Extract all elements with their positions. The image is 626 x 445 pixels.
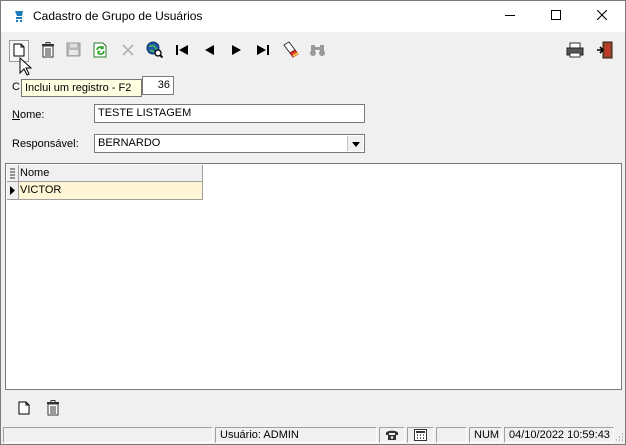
window-title: Cadastro de Grupo de Usuários	[33, 9, 203, 23]
table-cell-nome[interactable]: VICTOR	[20, 184, 61, 196]
nome-label: Nome:	[12, 109, 44, 121]
printer-icon	[566, 42, 584, 61]
floppy-disk-icon	[66, 42, 81, 60]
trash-icon	[46, 399, 60, 419]
save-button[interactable]	[64, 42, 82, 60]
next-icon	[231, 44, 243, 59]
add-row-button[interactable]	[15, 400, 33, 418]
grid-header: Nome	[7, 165, 203, 182]
exit-button[interactable]	[596, 41, 614, 62]
mouse-cursor	[19, 56, 33, 80]
maximize-icon	[551, 10, 561, 23]
x-icon	[122, 43, 134, 59]
column-header-nome[interactable]: Nome	[20, 167, 49, 179]
calculator-icon	[414, 429, 427, 442]
status-num: NUM	[469, 427, 502, 443]
refresh-icon	[93, 42, 108, 61]
responsavel-value: BERNARDO	[98, 137, 161, 149]
nome-label-rest: ome:	[19, 109, 45, 121]
last-record-button[interactable]	[254, 42, 272, 60]
status-panel-empty	[3, 427, 213, 443]
status-bar: Usuário: ADMIN NUM 04/10/2022 10:59:43	[1, 425, 625, 444]
last-icon	[256, 44, 270, 59]
delete-row-button[interactable]	[44, 399, 62, 419]
table-row[interactable]: VICTOR	[7, 182, 203, 200]
binoculars-icon	[309, 43, 326, 60]
print-button[interactable]	[566, 42, 584, 60]
close-icon	[596, 9, 608, 23]
refresh-button[interactable]	[91, 42, 109, 60]
eraser-icon	[282, 41, 299, 61]
status-panel-blank	[436, 427, 467, 443]
trash-icon	[41, 41, 55, 61]
row-indicator	[7, 182, 19, 199]
find-button[interactable]	[308, 42, 326, 60]
exit-door-icon	[596, 41, 614, 62]
telephone-icon	[385, 430, 399, 442]
close-button[interactable]	[579, 1, 625, 32]
cancel-button[interactable]	[119, 42, 137, 60]
minimize-icon	[505, 10, 515, 23]
next-record-button[interactable]	[228, 42, 246, 60]
title-bar[interactable]: Cadastro de Grupo de Usuários	[1, 1, 625, 32]
first-record-button[interactable]	[173, 42, 191, 60]
new-document-icon	[18, 401, 30, 418]
minimize-button[interactable]	[487, 1, 533, 32]
search-globe-icon	[146, 41, 163, 61]
grid-indicator-header[interactable]	[7, 165, 19, 181]
responsavel-select[interactable]: BERNARDO	[94, 134, 365, 153]
dropdown-button[interactable]	[347, 136, 363, 151]
status-calculator[interactable]	[407, 427, 434, 443]
codigo-label: C	[12, 81, 20, 93]
previous-icon	[203, 44, 215, 59]
users-grid[interactable]: Nome VICTOR	[5, 163, 622, 390]
previous-record-button[interactable]	[200, 42, 218, 60]
search-button[interactable]	[145, 41, 163, 61]
status-phone[interactable]	[379, 427, 405, 443]
resize-grip[interactable]	[614, 431, 624, 444]
maximize-button[interactable]	[533, 1, 579, 32]
first-icon	[175, 44, 189, 59]
chevron-down-icon	[351, 138, 360, 150]
nome-label-accel: N	[12, 109, 20, 121]
responsavel-label: Responsável:	[12, 138, 79, 150]
nome-field[interactable]: TESTE LISTAGEM	[94, 104, 365, 123]
codigo-field[interactable]: 36	[142, 76, 174, 95]
tooltip: Inclui um registro - F2	[21, 79, 142, 97]
app-icon	[12, 9, 26, 23]
status-datetime: 04/10/2022 10:59:43	[504, 427, 614, 443]
delete-button[interactable]	[39, 41, 57, 61]
toolbar	[1, 32, 625, 70]
clear-filter-button[interactable]	[281, 41, 299, 61]
bottom-toolbar	[1, 391, 625, 425]
status-user: Usuário: ADMIN	[215, 427, 377, 443]
app-window: Cadastro de Grupo de Usuários C 36 Inclu…	[0, 0, 626, 445]
